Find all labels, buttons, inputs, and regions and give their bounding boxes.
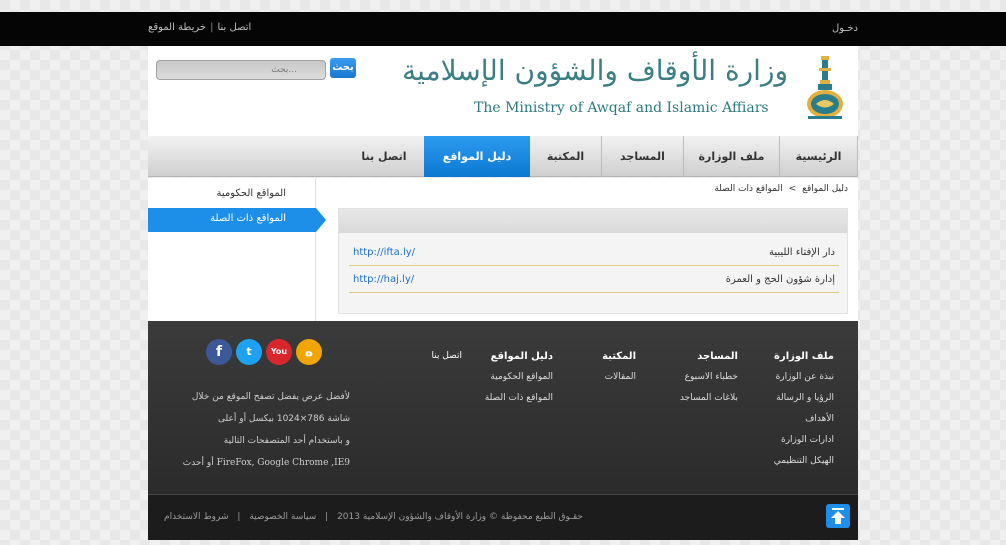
links-panel: http://ifta.ly/ دار الإفتاء الليبية http…	[338, 208, 848, 314]
copyright-text: حقـوق الطبع محفوظة © وزارة الأوقاف والشؤ…	[337, 512, 583, 522]
footer-heading[interactable]: دليل المواقع	[485, 351, 553, 362]
nav-sites-directory[interactable]: دليل المواقع	[424, 136, 530, 177]
top-links: اتصل بنا | خريطة الموقع	[148, 22, 251, 33]
link-name: إدارة شؤون الحج و العمرة	[725, 274, 835, 285]
footer-link[interactable]: الهيكل التنظيمي	[774, 456, 834, 466]
note-line: شاشة 786×1024 بيكسل أو أعلى	[218, 414, 350, 424]
panel-header	[339, 209, 847, 233]
footer-heading[interactable]: المساجد	[680, 351, 738, 362]
scroll-top-button[interactable]	[826, 504, 850, 528]
browser-note: لأفضل عرض يفضل تصفح الموقع من خلال شاشة …	[174, 386, 350, 474]
page-container: بحث... بحث وزارة الأوقاف والشؤون الإسلام…	[148, 46, 858, 540]
breadcrumb-separator: >	[788, 184, 797, 194]
footer-link[interactable]: الرؤيا و الرسالة	[774, 393, 834, 403]
note-line: FireFox, Google Chrome ,IE9 أو أحدث	[182, 458, 350, 468]
link-name: دار الإفتاء الليبية	[769, 247, 835, 258]
nav-mosques[interactable]: المساجد	[602, 136, 684, 177]
twitter-icon[interactable]: t	[236, 339, 262, 365]
sidebar-active-arrow	[316, 208, 326, 232]
footer-col-library: المكتبة المقالات	[602, 351, 636, 393]
footer-link[interactable]: بلاغات المساجد	[680, 393, 738, 403]
note-line: لأفضل عرض يفضل تصفح الموقع من خلال	[191, 392, 350, 402]
footer-col-ministry: ملف الوزارة نبذة عن الوزارة الرؤيا و الر…	[774, 351, 834, 477]
footer-link[interactable]: نبذة عن الوزارة	[774, 372, 834, 382]
footer-col-mosques: المساجد خطباء الاسبوع بلاغات المساجد	[680, 351, 738, 414]
footer-heading[interactable]: المكتبة	[602, 351, 636, 362]
nav-library[interactable]: المكتبة	[530, 136, 602, 177]
footer-link[interactable]: المواقع ذات الصلة	[485, 393, 553, 403]
contact-link[interactable]: اتصل بنا	[217, 22, 251, 33]
terms-link[interactable]: شروط الاستخدام	[164, 512, 229, 522]
site-footer: ملف الوزارة نبذة عن الوزارة الرؤيا و الر…	[148, 321, 858, 540]
note-line: و باستخدام أحد المتصفحات التالية	[223, 436, 350, 446]
youtube-icon[interactable]: You	[266, 339, 292, 365]
bottom-separator: |	[237, 512, 241, 522]
link-row: http://ifta.ly/ دار الإفتاء الليبية	[349, 239, 839, 266]
top-separator: |	[210, 22, 214, 33]
footer-col-directory: دليل المواقع المواقع الحكومية المواقع ذا…	[485, 351, 553, 414]
logo-arabic: وزارة الأوقاف والشؤون الإسلامية	[402, 54, 788, 87]
link-row: http://haj.ly/ إدارة شؤون الحج و العمرة	[349, 266, 839, 293]
main-nav: الرئيسية ملف الوزارة المساجد المكتبة دلي…	[148, 136, 858, 177]
footer-link[interactable]: المواقع الحكومية	[485, 372, 553, 382]
sidebar	[148, 178, 316, 321]
nav-contact[interactable]: اتصل بنا	[344, 136, 424, 177]
footer-col-contact: اتصل بنا	[432, 351, 462, 372]
top-bar: اتصل بنا | خريطة الموقع دخـول	[0, 12, 1006, 46]
social-icons: f t You ە	[206, 339, 322, 365]
search-input[interactable]: بحث...	[156, 60, 326, 80]
breadcrumb-parent[interactable]: دليل المواقع	[802, 184, 848, 194]
soundcloud-icon[interactable]: ە	[296, 339, 322, 365]
nav-ministry[interactable]: ملف الوزارة	[684, 136, 780, 177]
sitemap-link[interactable]: خريطة الموقع	[148, 22, 206, 33]
copyright-line: حقـوق الطبع محفوظة © وزارة الأوقاف والشؤ…	[164, 512, 583, 522]
footer-link[interactable]: ادارات الوزارة	[774, 435, 834, 445]
footer-bottom: حقـوق الطبع محفوظة © وزارة الأوقاف والشؤ…	[148, 494, 858, 540]
ministry-emblem-icon[interactable]	[804, 54, 846, 124]
breadcrumb-current: المواقع ذات الصلة	[714, 184, 783, 194]
sidebar-item-government[interactable]: المواقع الحكومية	[148, 188, 316, 199]
footer-link-contact[interactable]: اتصل بنا	[432, 351, 462, 361]
facebook-icon[interactable]: f	[206, 339, 232, 365]
sidebar-item-related[interactable]: المواقع ذات الصلة	[148, 208, 316, 232]
breadcrumb: دليل المواقع > المواقع ذات الصلة	[714, 184, 848, 194]
search-button[interactable]: بحث	[330, 58, 356, 78]
link-url[interactable]: http://haj.ly/	[353, 274, 414, 285]
nav-home[interactable]: الرئيسية	[780, 136, 858, 177]
footer-link[interactable]: خطباء الاسبوع	[680, 372, 738, 382]
logo-english: The Ministry of Awqaf and Islamic Affiar…	[474, 100, 769, 116]
login-link[interactable]: دخـول	[832, 23, 858, 34]
footer-link[interactable]: الأهداف	[774, 414, 834, 424]
footer-link[interactable]: المقالات	[602, 372, 636, 382]
link-url[interactable]: http://ifta.ly/	[353, 247, 415, 258]
site-header: بحث... بحث وزارة الأوقاف والشؤون الإسلام…	[148, 46, 858, 136]
privacy-link[interactable]: سياسة الخصوصية	[249, 512, 316, 522]
arrow-up-icon	[831, 508, 845, 524]
bottom-separator: |	[325, 512, 329, 522]
footer-heading[interactable]: ملف الوزارة	[774, 351, 834, 362]
main-content: دليل المواقع > المواقع ذات الصلة http://…	[148, 178, 858, 321]
